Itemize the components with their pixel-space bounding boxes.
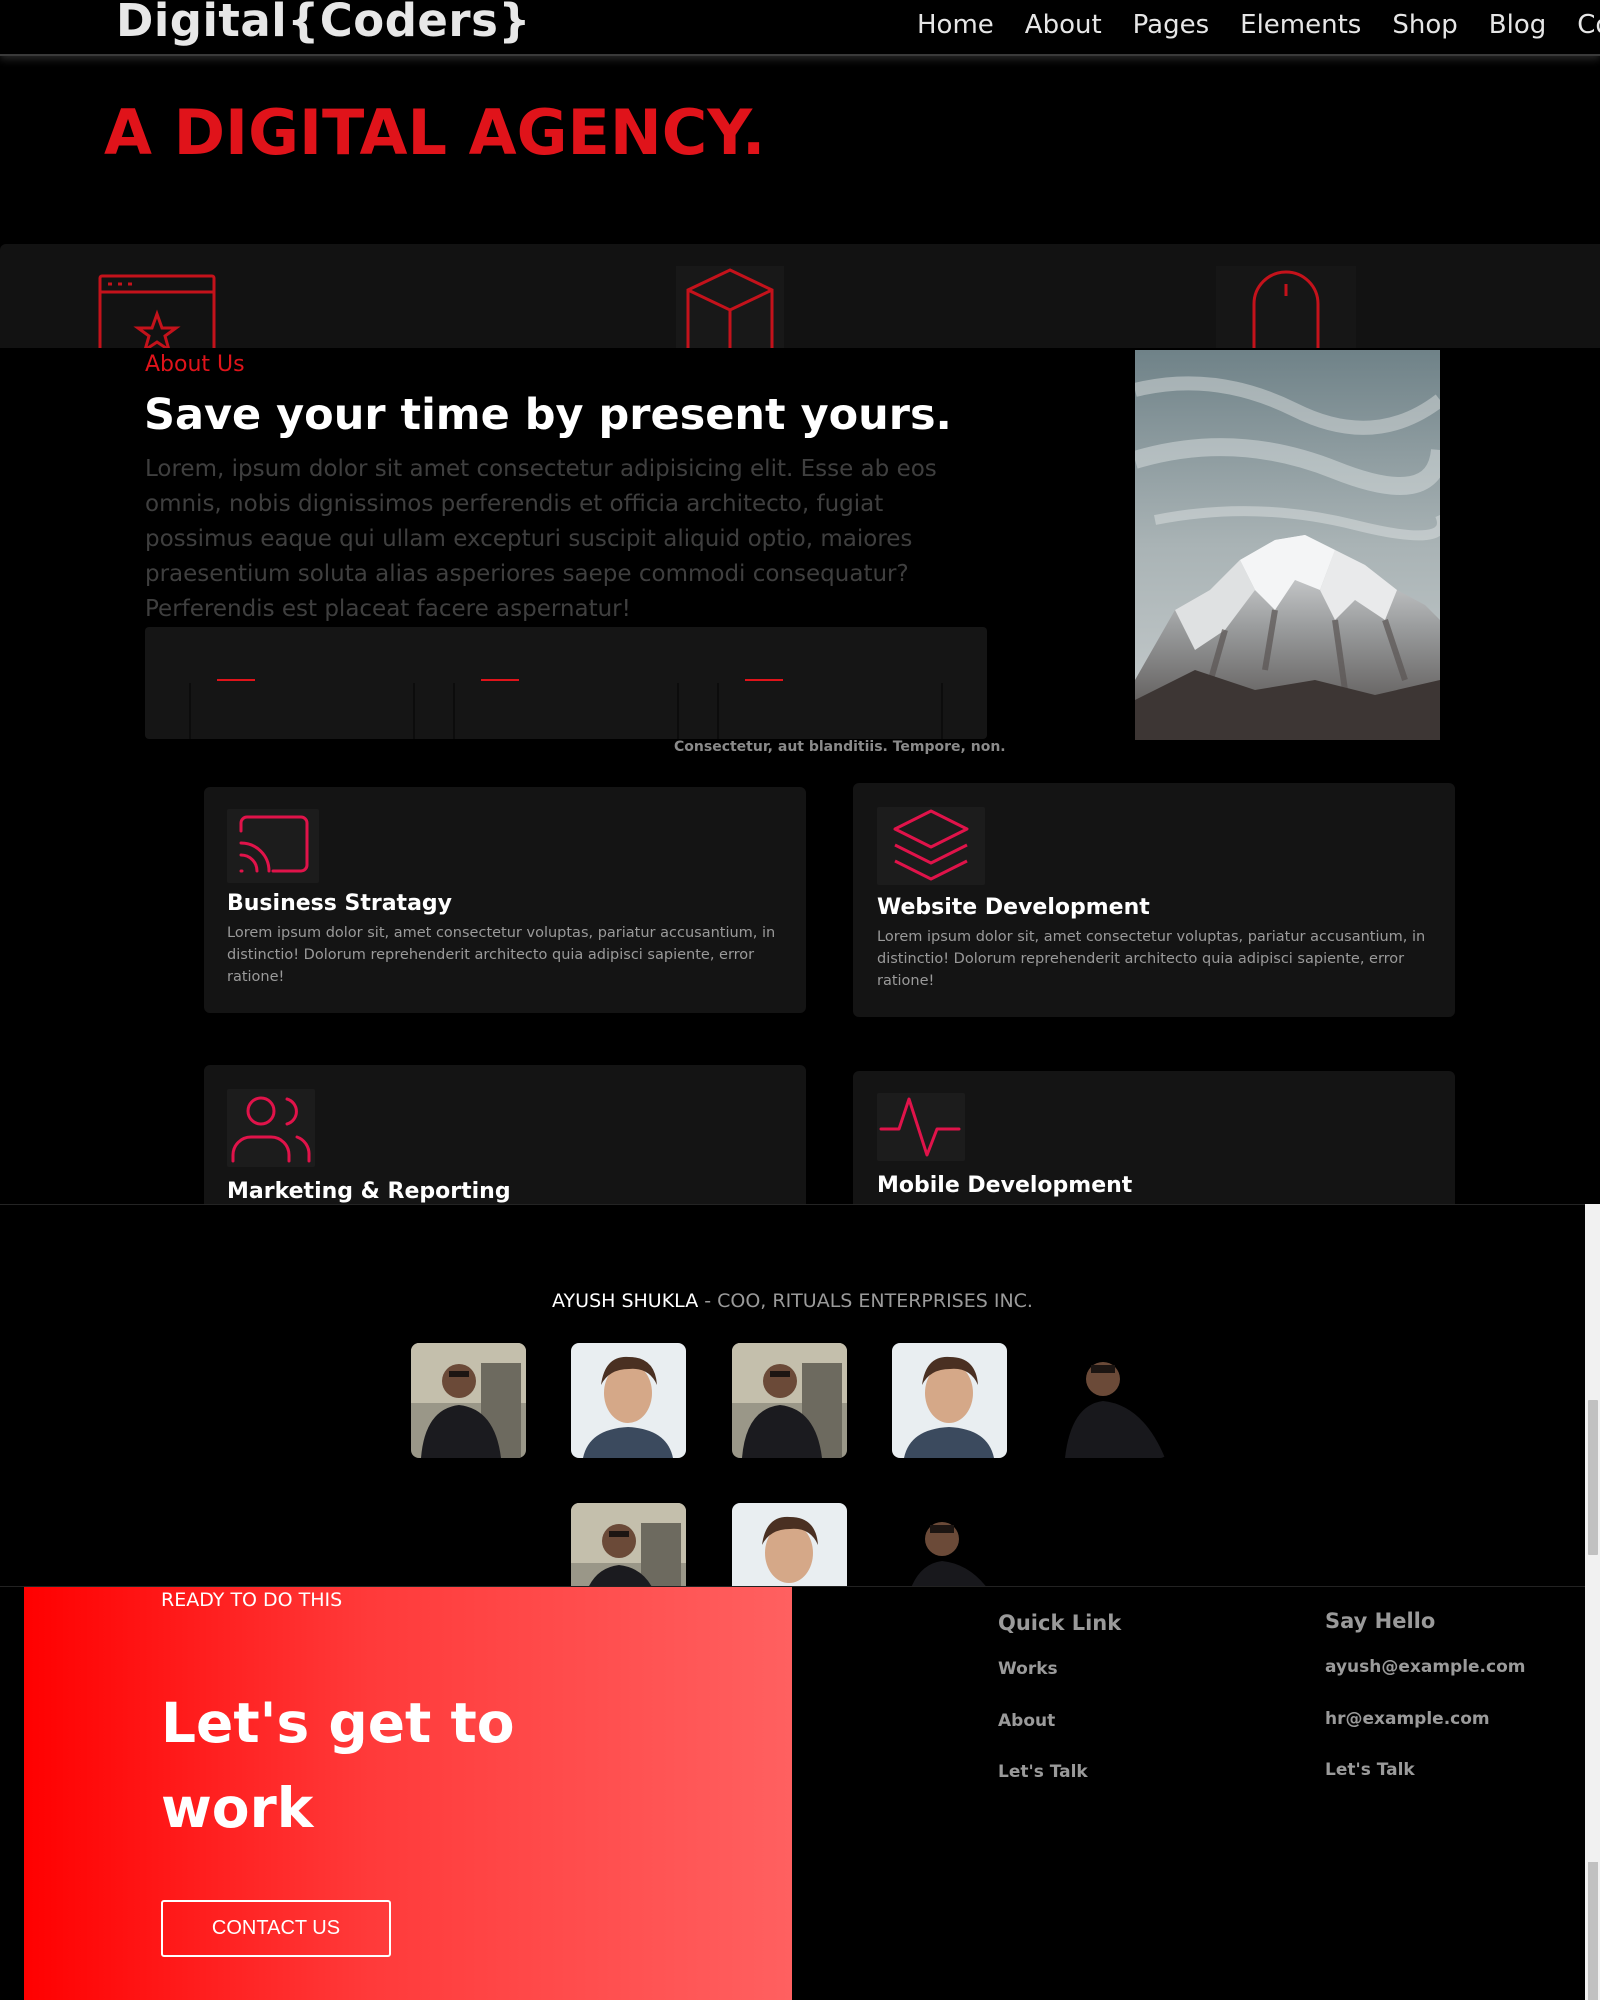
about-title: Save your time by present yours. xyxy=(144,390,952,440)
nav-home[interactable]: Home xyxy=(917,8,994,42)
service-card[interactable]: Business Stratagy Lorem ipsum dolor sit,… xyxy=(204,787,806,1013)
service-title: Mobile Development xyxy=(877,1173,1133,1198)
avatar[interactable] xyxy=(892,1503,1007,1586)
service-description: Lorem ipsum dolor sit, amet consectetur … xyxy=(227,925,776,985)
counter-accent-line xyxy=(745,679,783,681)
cta-panel: READY TO DO THIS Let's get to work CONTA… xyxy=(24,1587,792,2000)
footer-link-lets-talk[interactable]: Let's Talk xyxy=(998,1762,1088,1782)
site-footer: READY TO DO THIS Let's get to work CONTA… xyxy=(0,1586,1585,2000)
author-separator: - xyxy=(698,1290,718,1312)
say-hello-title: Say Hello xyxy=(1325,1609,1436,1633)
author-name: AYUSH SHUKLA xyxy=(552,1290,699,1312)
avatar[interactable] xyxy=(571,1343,686,1458)
main-nav: Home About Pages Elements Shop Blog Co xyxy=(917,8,1600,42)
counter-divider xyxy=(941,683,943,739)
contact-us-button[interactable]: CONTACT US xyxy=(161,1900,391,1957)
nav-blog[interactable]: Blog xyxy=(1489,8,1546,42)
service-card[interactable]: Website Development Lorem ipsum dolor si… xyxy=(853,783,1455,1017)
cta-kicker: READY TO DO THIS xyxy=(161,1589,343,1611)
layers-icon xyxy=(877,807,985,885)
nav-elements[interactable]: Elements xyxy=(1240,8,1361,42)
avatar[interactable] xyxy=(892,1343,1007,1458)
scrollbar-thumb-lower[interactable] xyxy=(1588,1862,1598,2000)
counter-divider xyxy=(677,683,679,739)
section-divider xyxy=(0,1204,1585,1205)
counter-box xyxy=(145,627,987,739)
about-label: About Us xyxy=(145,352,245,377)
nav-shop[interactable]: Shop xyxy=(1392,8,1457,42)
avatar[interactable] xyxy=(411,1343,526,1458)
footer-email-hr[interactable]: hr@example.com xyxy=(1325,1709,1490,1729)
counter-caption: Consectetur, aut blanditiis. Tempore, no… xyxy=(674,739,1006,755)
footer-email-ayush[interactable]: ayush@example.com xyxy=(1325,1657,1526,1677)
mountain-image xyxy=(1135,350,1440,740)
cube-icon xyxy=(676,266,784,348)
about-text: Lorem, ipsum dolor sit amet consectetur … xyxy=(145,456,937,622)
site-logo[interactable]: Digital{Coders} xyxy=(116,0,531,47)
footer-link-lets-talk-hello[interactable]: Let's Talk xyxy=(1325,1760,1415,1780)
service-title: Marketing & Reporting xyxy=(227,1179,511,1204)
service-card[interactable]: Mobile Development xyxy=(853,1071,1455,1204)
site-header: Digital{Coders} Home About Pages Element… xyxy=(0,0,1600,54)
feature-icon-band xyxy=(0,244,1600,348)
service-title: Website Development xyxy=(877,895,1150,920)
scrollbar-thumb[interactable] xyxy=(1588,1400,1598,1555)
counter-divider xyxy=(413,683,415,739)
users-icon xyxy=(227,1089,315,1167)
counter-divider xyxy=(453,683,455,739)
testimonial-author: AYUSH SHUKLA - COO, RITUALS ENTERPRISES … xyxy=(0,1290,1585,1312)
cast-icon xyxy=(227,809,319,883)
nav-about[interactable]: About xyxy=(1025,8,1102,42)
cta-title: Let's get to work xyxy=(161,1691,515,1840)
service-description: Lorem ipsum dolor sit, amet consectetur … xyxy=(877,929,1426,989)
avatar[interactable] xyxy=(732,1343,847,1458)
avatar[interactable] xyxy=(732,1503,847,1586)
hero-headline: A DIGITAL AGENCY. xyxy=(104,96,766,169)
browser-star-icon xyxy=(98,274,216,348)
page: { "header": { "logo": "Digital{Coders}",… xyxy=(0,0,1600,2000)
nav-pages[interactable]: Pages xyxy=(1133,8,1210,42)
footer-link-about[interactable]: About xyxy=(998,1711,1055,1731)
activity-icon xyxy=(877,1093,965,1161)
counter-divider xyxy=(189,683,191,739)
service-card[interactable]: Marketing & Reporting xyxy=(204,1065,806,1204)
counter-divider xyxy=(717,683,719,739)
footer-link-works[interactable]: Works xyxy=(998,1659,1058,1679)
counter-accent-line xyxy=(481,679,519,681)
quick-link-title: Quick Link xyxy=(998,1611,1122,1635)
counter-accent-line xyxy=(217,679,255,681)
nav-contact[interactable]: Co xyxy=(1577,8,1600,42)
author-role: COO, RITUALS ENTERPRISES INC. xyxy=(717,1290,1033,1312)
mouse-icon xyxy=(1216,266,1356,348)
service-title: Business Stratagy xyxy=(227,891,453,916)
avatar[interactable] xyxy=(571,1503,686,1586)
avatar[interactable] xyxy=(1053,1343,1168,1458)
